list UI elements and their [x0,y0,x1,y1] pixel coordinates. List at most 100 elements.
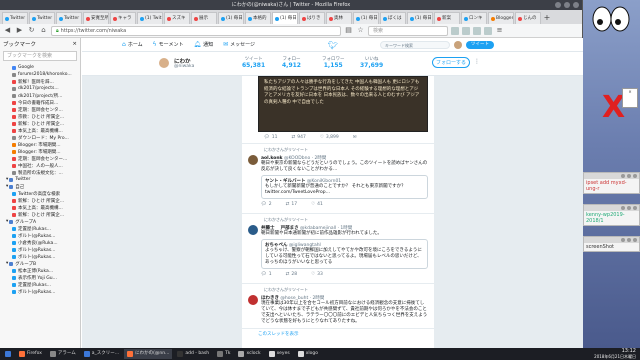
bookmark-item[interactable]: 新鮮：ひとけ 所属企... [0,211,80,218]
clock-widget[interactable]: × [622,88,638,108]
window-control-button[interactable] [633,206,637,210]
sidebar-toggle-icon[interactable] [473,26,481,35]
reply-button[interactable]: 💬︎ 1 [261,272,272,277]
bookmark-search-input[interactable]: ブックマークを検索 [3,51,77,61]
bookmark-item[interactable]: ダウンロード：My Pro... [0,134,80,141]
nav-home[interactable]: ⌂ ホーム [122,41,143,48]
taskbar-app[interactable]: アラーム [47,349,79,359]
bookmark-item[interactable]: 宗教：ひとけ 所属企... [0,113,80,120]
window-control-button[interactable] [627,174,631,178]
bookmark-item[interactable]: 本気上高：最高機構... [0,204,80,211]
profile-stat[interactable]: いいね 37,699 [360,56,383,69]
nav-messages[interactable]: ✉ メッセージ [223,41,255,48]
browser-tab[interactable]: (1) 毎日 [272,12,298,24]
bookmark-item[interactable]: ボルト(@Rukas... [0,246,80,253]
browser-tab[interactable]: 新案 [434,12,460,24]
twitter-bird-icon[interactable]: 🐦︎ [328,41,338,50]
bookmark-item[interactable]: 新鮮：ひとけ 所属企... [0,197,80,204]
profile-stat[interactable]: ツイート 65,381 [242,56,265,69]
tweet-image[interactable]: 私たちアジアの人々は勝手な行為をしてきた 中国人も韓国人も 更にロシアも 経済的… [258,76,428,132]
like-button[interactable]: ♡ 33 [311,272,323,277]
browser-tab[interactable]: 本格的 [245,12,271,24]
sidebar-title[interactable]: ブックマーク [3,40,36,48]
chevron-down-icon[interactable]: ▾ [6,261,8,266]
browser-tab[interactable]: 安寛至所 [83,12,109,24]
bookmark-folder[interactable]: ▾ 自己 [0,183,80,190]
terminal-window[interactable]: ipset add myxd-ung-r [583,172,640,194]
tweet-thread[interactable]: にわかさんがリツイート ほわきき @hose_buht · 2時間 現在事業は30年… [242,284,434,329]
like-button[interactable]: ♡ 3,899 [320,135,339,140]
bookmark-item[interactable]: ボルト(@Rukas... [0,253,80,260]
window-control-button[interactable] [627,206,631,210]
window-control-button[interactable] [621,174,625,178]
terminal-window[interactable]: screenShot [583,236,640,252]
profile-stat[interactable]: フォロワー 1,155 [322,56,345,69]
extension-icon[interactable] [484,26,492,35]
sidebar-close-icon[interactable]: × [72,41,77,47]
bookmark-item[interactable]: dk2017/project/所... [0,92,80,99]
browser-tab[interactable]: Twitter [56,12,82,24]
browser-tab[interactable]: キャラ [110,12,136,24]
bookmark-item[interactable]: 定期：医師会センター... [0,155,80,162]
bookmark-item[interactable]: forums2018/khoronko... [0,71,80,78]
bookmark-item[interactable]: 本気上高：最高機構... [0,127,80,134]
start-menu-icon[interactable] [2,349,14,359]
tweet-thread[interactable]: にわかさんがリツイート aol.konk @KOODbno · 2時間 朝日や東京の… [242,144,434,214]
bookmark-item[interactable]: 中国社：人の一般人... [0,162,80,169]
browser-tab[interactable]: Blogger [488,12,514,24]
terminal-window[interactable]: kenny-wp2019-2018/1 [583,204,640,226]
reply-button[interactable]: 💬︎ 2 [261,202,272,207]
retweet-button[interactable]: ⇄ 17 [286,202,298,207]
bookmark-folder[interactable]: ▾ Twitter [0,176,80,183]
bookmark-item[interactable]: 新鮮！医師を辞... [0,78,80,85]
user-avatar[interactable] [248,295,258,305]
forward-icon[interactable]: ▶ [15,26,24,35]
bookmark-star-icon[interactable]: ☆ [356,26,365,35]
bookmark-item[interactable]: ボルト(@Rukas... [0,232,80,239]
library-icon[interactable] [462,26,470,35]
browser-tab[interactable]: (1) 毎日 [218,12,244,24]
browser-tab[interactable]: (1) Twit [137,12,163,24]
browser-tab[interactable]: ロンキ [461,12,487,24]
follow-button[interactable]: フォローする [432,57,470,68]
bookmark-item[interactable]: 今日の書籍作成日... [0,99,80,106]
bookmark-item[interactable]: 定置屋(Rukas... [0,225,80,232]
bookmark-item[interactable]: 製造所の法規文化：... [0,169,80,176]
clock[interactable]: 13:12 2018年6月21日木曜日 [594,348,636,360]
like-button[interactable]: ♡ 41 [311,202,323,207]
taskbar-app[interactable]: Firefox [16,349,45,359]
bookmark-item[interactable]: 新鮮：ひとけ 所属企... [0,120,80,127]
retweet-button[interactable]: ⇄ 28 [286,272,298,277]
browser-tab[interactable]: ぼくは [380,12,406,24]
taskbar-app[interactable]: xeyes [266,349,293,359]
minimize-button[interactable] [555,2,561,8]
taskbar-app[interactable]: Tk [214,349,233,359]
bookmark-item[interactable]: Blogger: 市場期間... [0,141,80,148]
taskbar-app[interactable]: add - bash [174,349,212,359]
browser-tab[interactable]: (1) 毎日 [353,12,379,24]
browser-tab[interactable]: はりき [299,12,325,24]
home-icon[interactable]: ⌂ [39,26,48,35]
show-thread-link[interactable]: このスレッドを表示 [242,331,434,337]
nav-moments[interactable]: ϟ モーメント [153,41,184,48]
more-options-icon[interactable]: ⋮ [474,58,480,65]
xeyes-icon[interactable] [591,6,631,32]
bookmark-item[interactable]: 松本正博(Ruka... [0,267,80,274]
bookmark-item[interactable]: Google [0,64,80,71]
browser-tab[interactable]: 展示 [191,12,217,24]
quoted-tweet[interactable]: おちゃぺん @igliwangtahl よっちゃけ、警察が朝鮮国に加えしてやてかや… [261,239,428,269]
tweet[interactable]: aol.konk @KOODbno · 2時間 朝日や東京の新聞ならどうだというの… [248,155,428,210]
window-control-button[interactable] [633,238,637,242]
browser-tab[interactable]: Twitter [29,12,55,24]
bookmark-item[interactable]: 表示作用 Yoji Gu... [0,274,80,281]
url-bar[interactable]: 🔒︎ https://twitter.com/niwaka [51,25,341,36]
browser-tab[interactable]: スズキ [164,12,190,24]
tweet-button[interactable]: ツイート [466,41,494,49]
retweet-button[interactable]: ⇄ 947 [291,135,305,140]
account-avatar[interactable] [454,41,462,49]
nav-notifications[interactable]: 🔔︎ 通知 [193,41,213,48]
browser-tab[interactable]: Twitter [2,12,28,24]
chevron-down-icon[interactable]: ▾ [6,177,8,182]
quoted-tweet[interactable]: ヤント・ギルバート @KoniKiborn01 もしかして新聞新聞が普通のことです… [261,175,428,199]
profile-stat[interactable]: フォロー 4,912 [282,56,301,69]
